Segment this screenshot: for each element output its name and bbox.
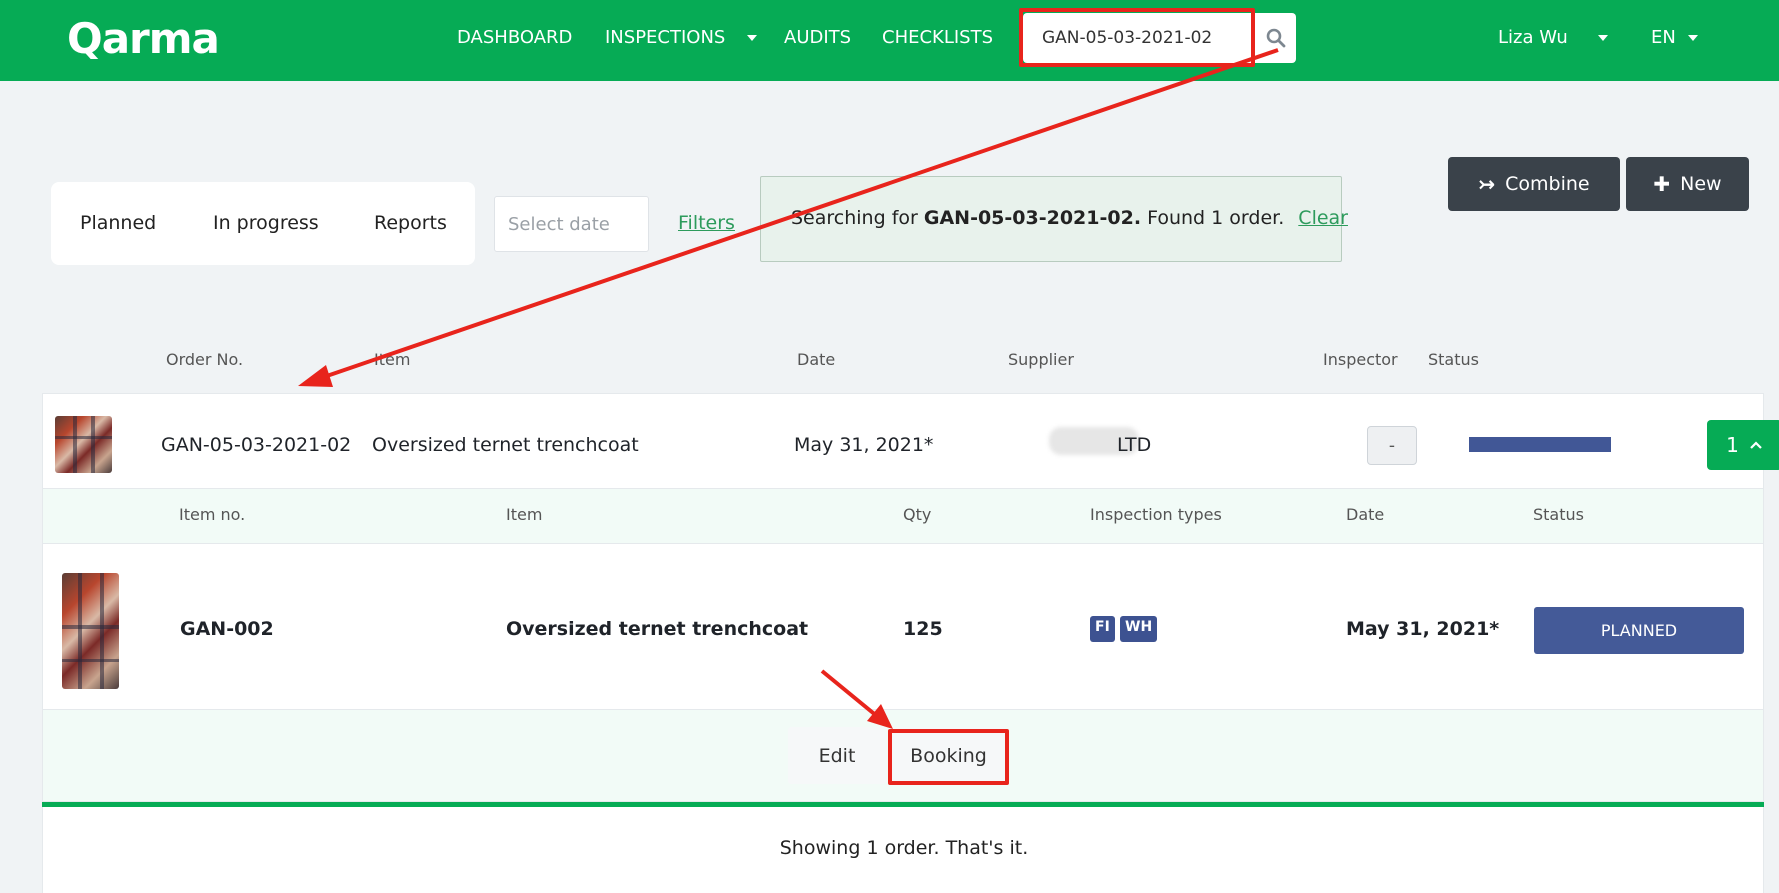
chevron-down-icon bbox=[747, 35, 758, 41]
qarma-logo[interactable]: Qarma bbox=[67, 14, 220, 63]
nav-inspections[interactable]: INSPECTIONS bbox=[605, 27, 758, 48]
search-result-banner: Searching for GAN-05-03-2021-02. Found 1… bbox=[760, 176, 1348, 262]
item-actions-row: Edit Booking bbox=[42, 709, 1764, 802]
filters-link[interactable]: Filters bbox=[678, 212, 735, 234]
product-image bbox=[62, 573, 119, 689]
inspection-type-badge: FI bbox=[1090, 616, 1115, 642]
plus-icon: ✚ bbox=[1653, 172, 1671, 196]
item-date: May 31, 2021* bbox=[1346, 618, 1500, 640]
product-thumbnail bbox=[55, 416, 112, 473]
col-header-qty: Qty bbox=[903, 505, 932, 524]
col-header-status: Status bbox=[1428, 350, 1479, 369]
item-quantity: 125 bbox=[903, 618, 943, 640]
col-header-order-no: Order No. bbox=[166, 350, 244, 369]
order-status-bar bbox=[1469, 437, 1611, 452]
status-planned-button[interactable]: PLANNED bbox=[1534, 607, 1744, 654]
chevron-up-icon bbox=[1750, 441, 1762, 449]
nav-dashboard[interactable]: DASHBOARD bbox=[457, 27, 572, 48]
new-button[interactable]: ✚ New bbox=[1626, 157, 1749, 211]
user-menu[interactable]: Liza Wu bbox=[1498, 27, 1608, 48]
top-navbar: Qarma DASHBOARD INSPECTIONS AUDITS CHECK… bbox=[0, 0, 1779, 81]
tab-reports[interactable]: Reports bbox=[374, 212, 447, 234]
item-count: 1 bbox=[1726, 433, 1739, 457]
order-date: May 31, 2021* bbox=[794, 434, 934, 456]
item-name: Oversized ternet trenchcoat bbox=[506, 618, 809, 640]
col-header-date: Date bbox=[1346, 505, 1385, 524]
search-result-prefix: Searching for bbox=[791, 207, 918, 229]
col-header-item: Item bbox=[506, 505, 543, 524]
col-header-inspection-types: Inspection types bbox=[1090, 505, 1222, 524]
supplier-name: LTD bbox=[1117, 434, 1152, 456]
expand-items-button[interactable]: 1 bbox=[1707, 420, 1779, 470]
inspector-badge[interactable]: - bbox=[1367, 426, 1417, 465]
tab-in-progress[interactable]: In progress bbox=[213, 212, 319, 234]
date-picker-input[interactable] bbox=[494, 196, 649, 252]
col-header-item-no: Item no. bbox=[179, 505, 246, 524]
results-summary: Showing 1 order. That's it. bbox=[779, 837, 1029, 859]
nav-inspections-label: INSPECTIONS bbox=[605, 27, 726, 48]
view-tabs: Planned In progress Reports bbox=[51, 182, 475, 265]
col-header-status: Status bbox=[1533, 505, 1584, 524]
chevron-down-icon bbox=[1597, 35, 1608, 41]
item-number[interactable]: GAN-002 bbox=[180, 618, 274, 640]
order-row[interactable]: GAN-05-03-2021-02 Oversized ternet trenc… bbox=[42, 393, 1779, 489]
search-result-term: GAN-05-03-2021-02. bbox=[923, 207, 1142, 229]
nav-audits[interactable]: AUDITS bbox=[784, 27, 851, 48]
new-label: New bbox=[1680, 173, 1722, 195]
language-menu[interactable]: EN bbox=[1651, 27, 1698, 48]
col-header-inspector: Inspector bbox=[1323, 350, 1398, 369]
item-row[interactable]: GAN-002 Oversized ternet trenchcoat 125 … bbox=[42, 544, 1764, 709]
items-table-header: Item no. Item Qty Inspection types Date … bbox=[42, 489, 1764, 544]
col-header-supplier: Supplier bbox=[1008, 350, 1074, 369]
nav-checklists[interactable]: CHECKLISTS bbox=[882, 27, 993, 48]
col-header-item: Item bbox=[374, 350, 411, 369]
chevron-down-icon bbox=[1687, 35, 1698, 41]
order-item-name: Oversized ternet trenchcoat bbox=[372, 434, 639, 456]
search-icon bbox=[1266, 28, 1285, 48]
language-label: EN bbox=[1651, 27, 1676, 48]
combine-label: Combine bbox=[1505, 173, 1590, 195]
edit-button[interactable]: Edit bbox=[788, 727, 886, 784]
combine-icon: ↣ bbox=[1478, 172, 1496, 196]
search-result-count: Found 1 order. bbox=[1147, 207, 1285, 229]
table-footer: Showing 1 order. That's it. bbox=[42, 807, 1764, 893]
combine-button[interactable]: ↣ Combine bbox=[1448, 157, 1620, 211]
search-input[interactable] bbox=[1023, 13, 1254, 63]
col-header-date: Date bbox=[797, 350, 836, 369]
clear-search-link[interactable]: Clear bbox=[1298, 207, 1348, 229]
global-search bbox=[1023, 13, 1296, 63]
user-name: Liza Wu bbox=[1498, 27, 1568, 48]
booking-button[interactable]: Booking bbox=[891, 727, 1006, 784]
search-button[interactable] bbox=[1254, 13, 1296, 63]
tab-planned[interactable]: Planned bbox=[80, 212, 156, 234]
order-number[interactable]: GAN-05-03-2021-02 bbox=[161, 434, 351, 456]
inspection-type-badge: WH bbox=[1120, 616, 1158, 642]
